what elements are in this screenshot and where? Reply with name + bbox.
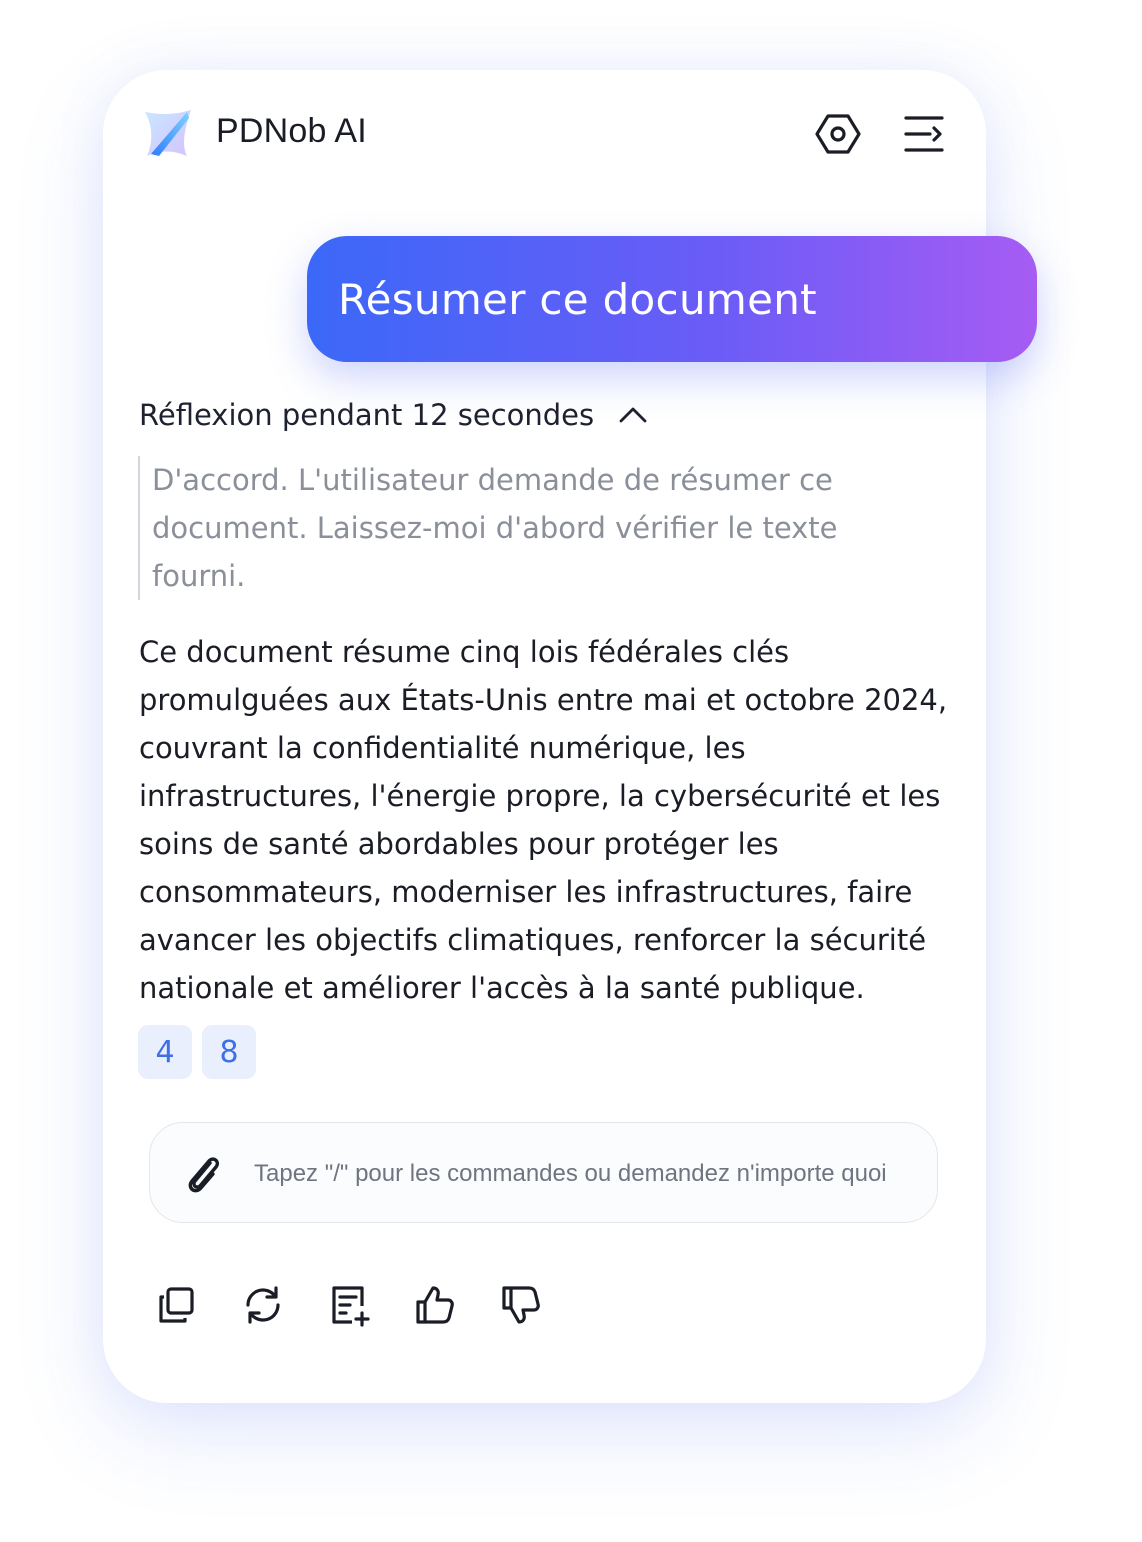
- panel-header: PDNob AI: [103, 70, 986, 200]
- citation-badge[interactable]: 8: [202, 1025, 256, 1079]
- copy-icon: [159, 1287, 194, 1323]
- thumbs-up-button[interactable]: [410, 1280, 460, 1330]
- user-prompt-bubble[interactable]: Résumer ce document: [307, 236, 1037, 362]
- regenerate-icon: [246, 1286, 280, 1324]
- thumbs-down-button[interactable]: [496, 1280, 546, 1330]
- add-note-button[interactable]: [324, 1280, 374, 1330]
- attach-button[interactable]: [180, 1151, 226, 1197]
- answer-text: Ce document résume cinq lois fédérales c…: [139, 635, 948, 1005]
- copy-button[interactable]: [152, 1280, 202, 1330]
- reasoning-label: Réflexion pendant 12 secondes: [139, 398, 595, 432]
- chat-input[interactable]: [252, 1147, 916, 1201]
- toggle-panel-button[interactable]: [900, 110, 948, 158]
- hexagon-settings-icon: [815, 114, 861, 154]
- chevron-up-icon: [619, 407, 647, 423]
- reasoning-thought-text: D'accord. L'utilisateur demande de résum…: [138, 456, 898, 600]
- citation-list: 4 8: [138, 1025, 256, 1079]
- collapse-panel-icon: [904, 116, 944, 152]
- add-note-icon: [332, 1286, 370, 1327]
- app-title: PDNob AI: [216, 112, 367, 150]
- pdnob-logo-icon: [141, 106, 195, 160]
- reasoning-toggle[interactable]: Réflexion pendant 12 secondes: [139, 398, 650, 432]
- regenerate-button[interactable]: [238, 1280, 288, 1330]
- paperclip-icon: [188, 1157, 219, 1193]
- settings-button[interactable]: [814, 110, 862, 158]
- citation-badge[interactable]: 4: [138, 1025, 192, 1079]
- thumbs-up-icon: [416, 1286, 454, 1324]
- chat-input-box: [149, 1122, 938, 1223]
- thumbs-down-icon: [502, 1286, 540, 1324]
